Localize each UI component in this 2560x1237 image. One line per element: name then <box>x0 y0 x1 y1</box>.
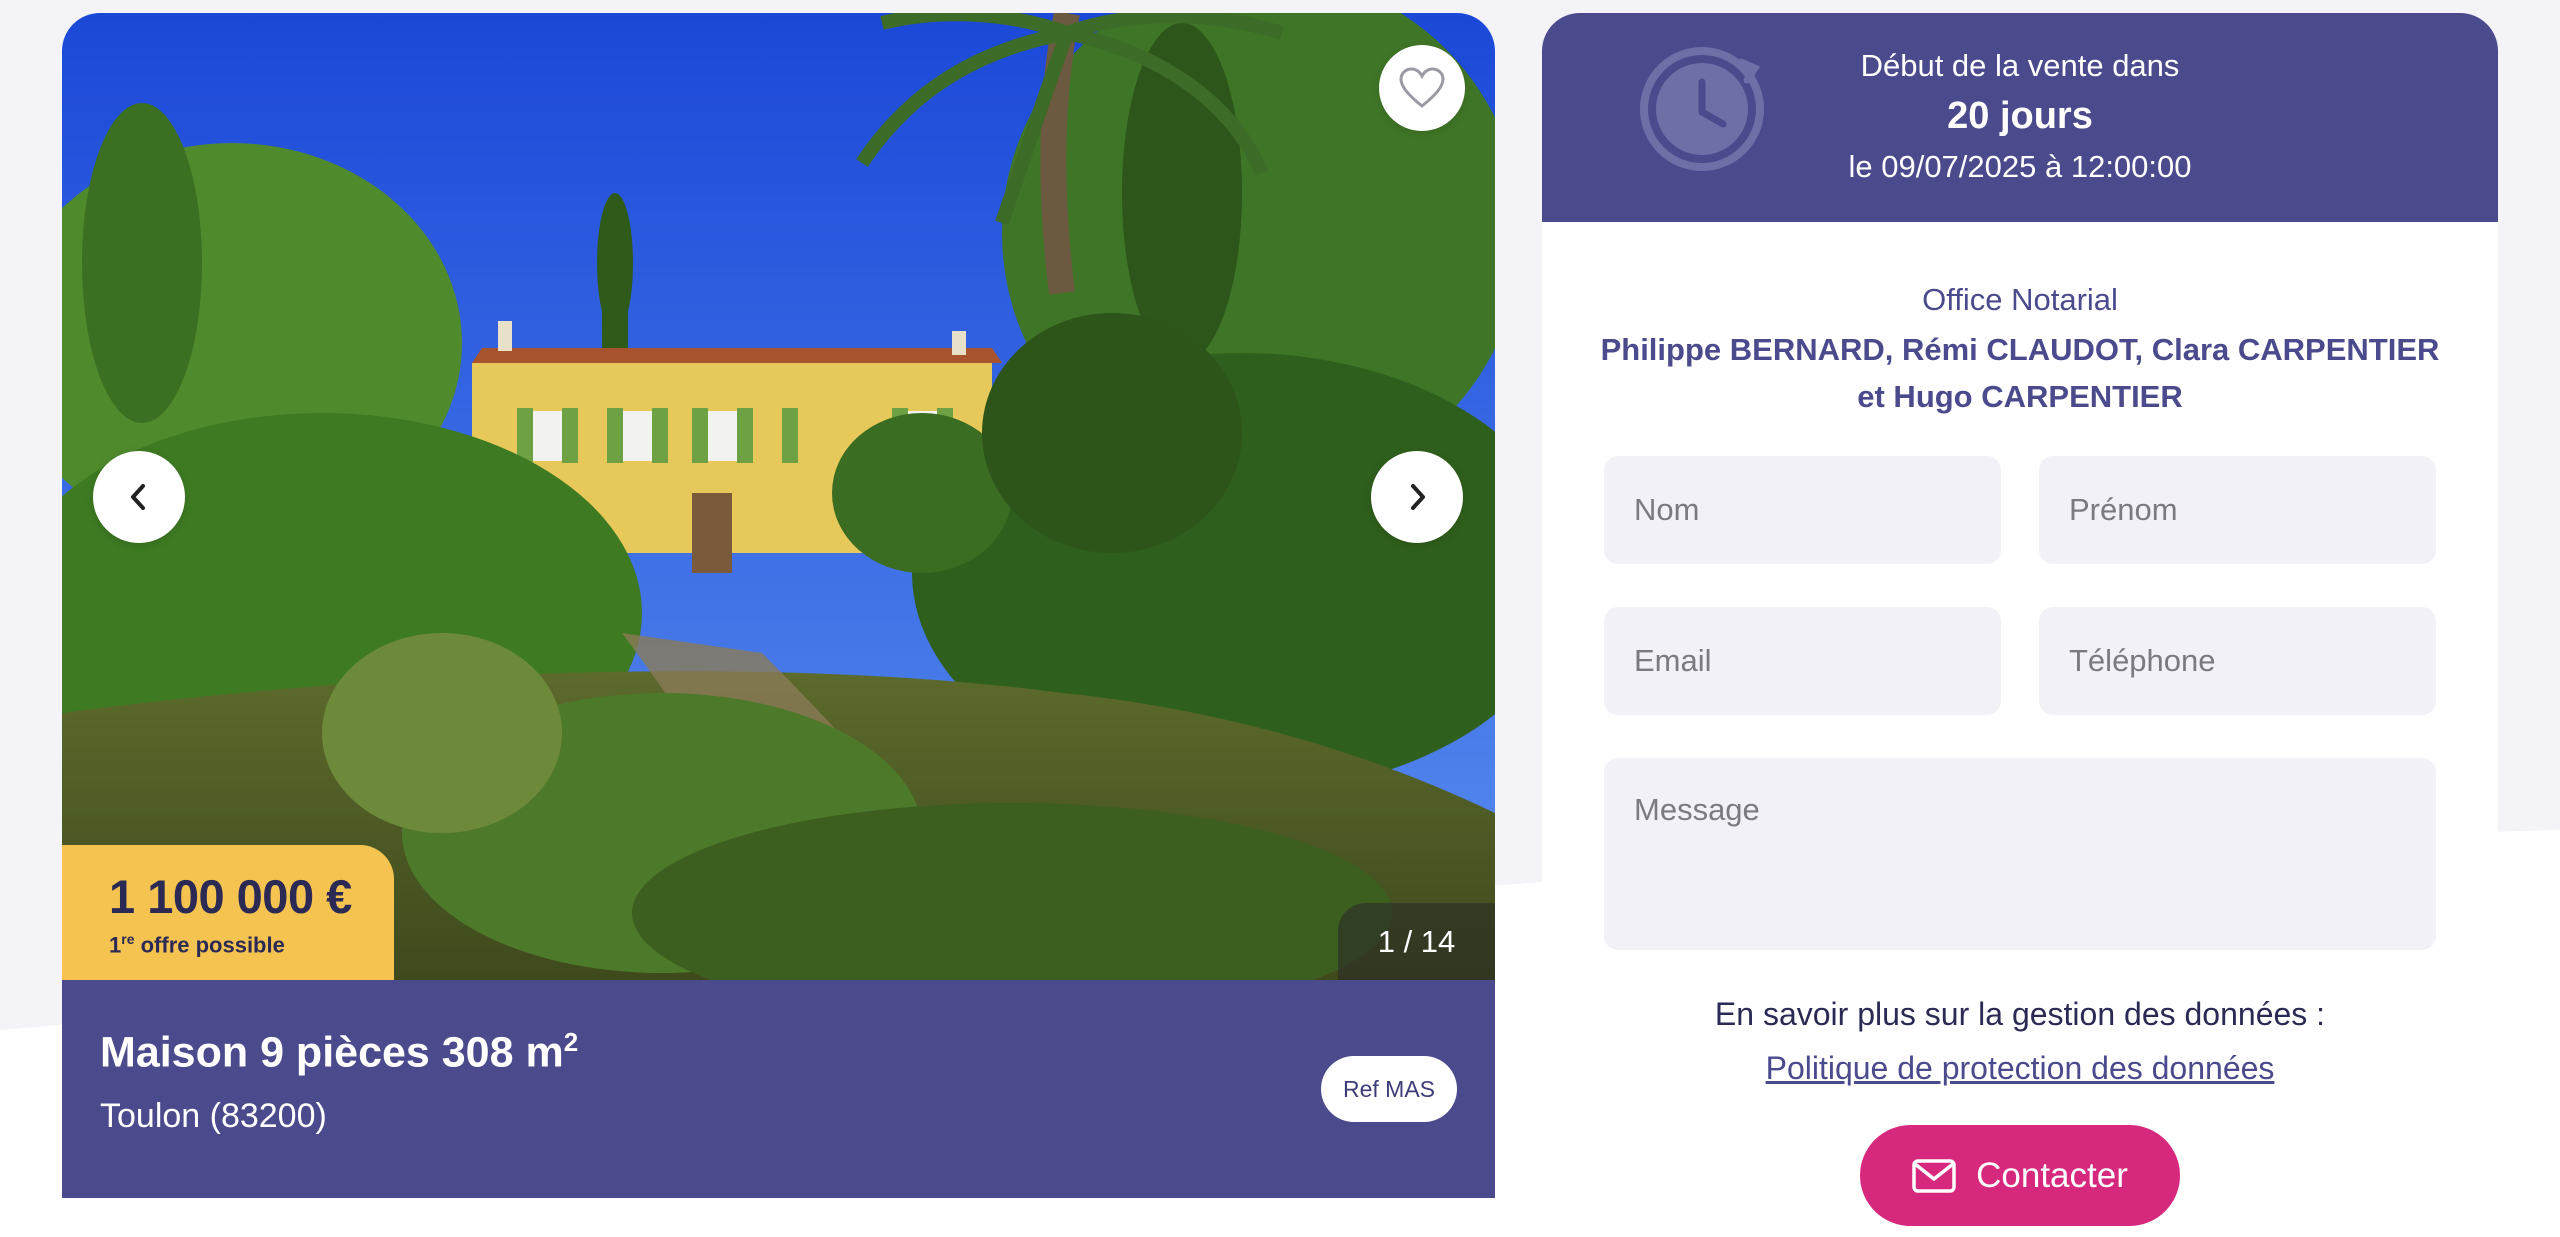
sale-date: le 09/07/2025 à 12:00:00 <box>1848 149 2192 184</box>
prenom-field[interactable] <box>2039 456 2436 564</box>
listing-title-sup: 2 <box>563 1027 579 1057</box>
office-names-line2: et Hugo CARPENTIER <box>1857 379 2183 414</box>
office-label: Office Notarial <box>1922 282 2118 317</box>
sale-caption: Début de la vente dans <box>1860 48 2180 83</box>
previous-photo-button[interactable] <box>93 451 185 543</box>
property-card[interactable]: 1 100 000 € 1re offre possible 1 / 14 Ma… <box>62 13 1495 1237</box>
chevron-right-icon <box>1411 484 1425 510</box>
price-note: 1re offre possible <box>109 931 394 958</box>
price-note-suffix: offre possible <box>134 932 285 958</box>
next-photo-button[interactable] <box>1371 451 1463 543</box>
ref-badge: Ref MAS <box>1321 1056 1457 1122</box>
heart-icon <box>1399 67 1445 108</box>
office-names: Philippe BERNARD, Rémi CLAUDOT, Clara CA… <box>1582 326 2458 420</box>
contact-button[interactable]: Contacter <box>1860 1125 2180 1226</box>
contact-card: Début de la vente dans 20 jours le 09/07… <box>1542 13 2498 1237</box>
office-names-line1: Philippe BERNARD, Rémi CLAUDOT, Clara CA… <box>1600 332 2440 367</box>
sale-days: 20 jours <box>1947 95 2093 137</box>
price-note-sup: re <box>121 930 135 947</box>
sale-header: Début de la vente dans 20 jours le 09/07… <box>1542 13 2498 222</box>
photo-counter: 1 / 14 <box>1338 903 1495 980</box>
mail-icon <box>1912 1158 1956 1193</box>
data-management-info: En savoir plus sur la gestion des donnée… <box>1714 996 2326 1032</box>
listing-title: Maison 9 pièces 308 m2 <box>100 1027 578 1077</box>
telephone-field[interactable] <box>2039 607 2436 715</box>
chevron-left-icon <box>131 484 145 510</box>
favorite-button[interactable] <box>1379 45 1465 131</box>
listing-location: Toulon (83200) <box>100 1097 327 1135</box>
listing-title-text: Maison 9 pièces 308 m <box>100 1028 564 1077</box>
nom-field[interactable] <box>1604 456 2001 564</box>
privacy-policy-link[interactable]: Politique de protection des données <box>1542 1050 2498 1087</box>
property-photo[interactable]: 1 100 000 € 1re offre possible 1 / 14 <box>62 13 1495 980</box>
price-note-prefix: 1 <box>109 932 122 958</box>
price-value: 1 100 000 € <box>109 870 352 923</box>
price-badge: 1 100 000 € 1re offre possible <box>62 845 394 980</box>
message-field[interactable] <box>1604 758 2436 950</box>
listing-info: Maison 9 pièces 308 m2 Toulon (83200) Re… <box>62 980 1495 1198</box>
contact-button-label: Contacter <box>1976 1155 2128 1195</box>
email-field[interactable] <box>1604 607 2001 715</box>
